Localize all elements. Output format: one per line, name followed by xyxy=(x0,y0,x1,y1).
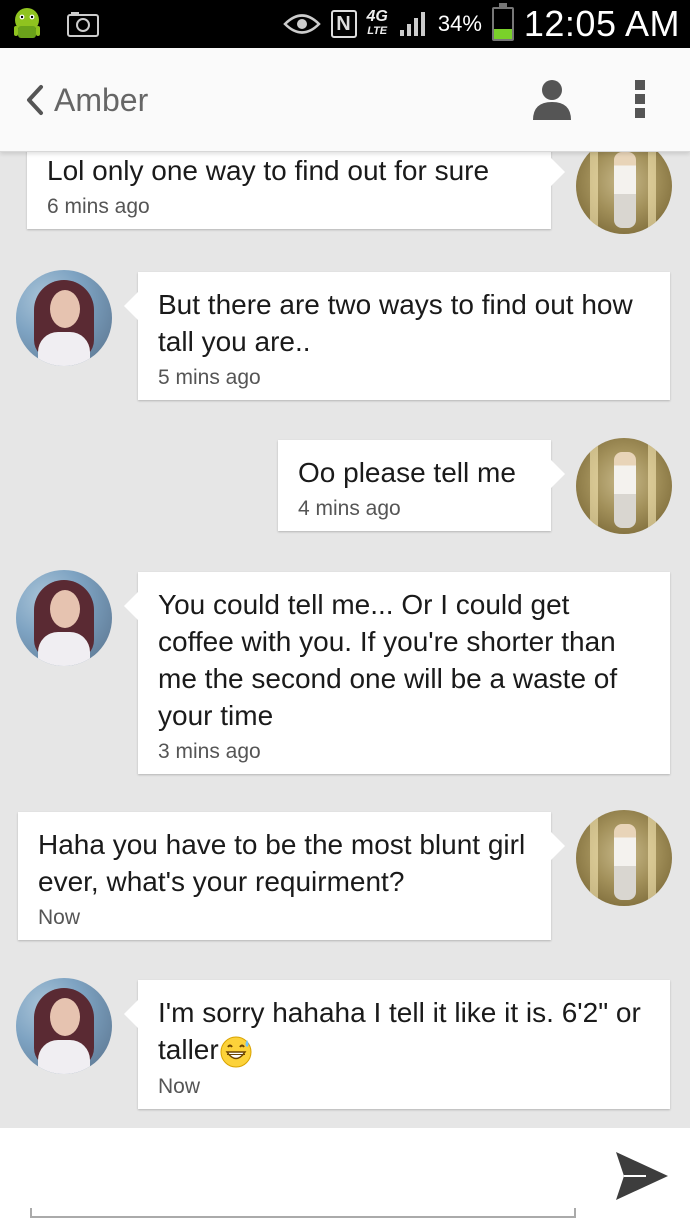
nfc-icon: N xyxy=(330,10,357,38)
more-vert-icon[interactable] xyxy=(630,78,650,120)
input-edge-left xyxy=(30,1208,32,1218)
my-avatar[interactable] xyxy=(576,438,672,534)
my-avatar[interactable] xyxy=(576,152,672,234)
composer-bar xyxy=(0,1128,690,1226)
message-time: 4 mins ago xyxy=(298,497,401,520)
message-time: 3 mins ago xyxy=(158,740,261,763)
message-bubble-received[interactable]: But there are two ways to find out how t… xyxy=(124,272,670,400)
message-text: But there are two ways to find out how t… xyxy=(158,289,633,357)
message-text: Haha you have to be the most blunt girl … xyxy=(38,829,526,897)
signal-icon xyxy=(399,12,425,36)
send-icon[interactable] xyxy=(612,1148,672,1204)
message-time: Now xyxy=(38,906,81,929)
message-text: Lol only one way to find out for sure xyxy=(47,155,490,186)
conversation-header: Amber xyxy=(0,48,690,152)
message-list[interactable]: Lol only one way to find out for sure 6 … xyxy=(0,152,690,1128)
message-time: 6 mins ago xyxy=(47,195,150,218)
android-icon xyxy=(14,8,40,38)
message-text: You could tell me... Or I could get coff… xyxy=(158,589,618,731)
message-time: Now xyxy=(158,1074,201,1098)
message-bubble-sent[interactable]: Haha you have to be the most blunt girl … xyxy=(18,812,565,940)
chevron-left-icon xyxy=(27,85,43,115)
message-bubble-sent[interactable]: Lol only one way to find out for sure 6 … xyxy=(27,152,565,229)
eye-icon xyxy=(282,14,321,34)
camera-icon xyxy=(67,12,99,37)
message-time: 5 mins ago xyxy=(158,366,261,389)
contact-avatar[interactable] xyxy=(16,270,112,366)
my-avatar[interactable] xyxy=(576,810,672,906)
message-text: Oo please tell me xyxy=(298,457,516,488)
contact-name: Amber xyxy=(54,81,149,118)
message-bubble-sent[interactable]: Oo please tell me 4 mins ago xyxy=(278,440,565,531)
input-edge-right xyxy=(574,1208,576,1218)
message-bubble-received[interactable]: You could tell me... Or I could get coff… xyxy=(124,572,670,774)
status-bar: N 4G LTE 34% 12:05 AM xyxy=(0,0,690,48)
battery-icon xyxy=(491,3,514,41)
battery-percent: 34% xyxy=(437,11,482,36)
network-indicator: 4G LTE xyxy=(366,8,388,38)
clock: 12:05 AM xyxy=(523,3,680,44)
message-bubble-received[interactable]: I'm sorry hahaha I tell it like it is. 6… xyxy=(124,980,670,1109)
back-button[interactable]: Amber xyxy=(24,76,148,124)
message-text: I'm sorry hahaha I tell it like it is. 6… xyxy=(158,994,650,1069)
message-input[interactable] xyxy=(30,1146,576,1218)
contact-avatar[interactable] xyxy=(16,570,112,666)
grinning-sweat-emoji-icon xyxy=(220,1036,252,1068)
person-icon[interactable] xyxy=(532,78,572,120)
contact-avatar[interactable] xyxy=(16,978,112,1074)
